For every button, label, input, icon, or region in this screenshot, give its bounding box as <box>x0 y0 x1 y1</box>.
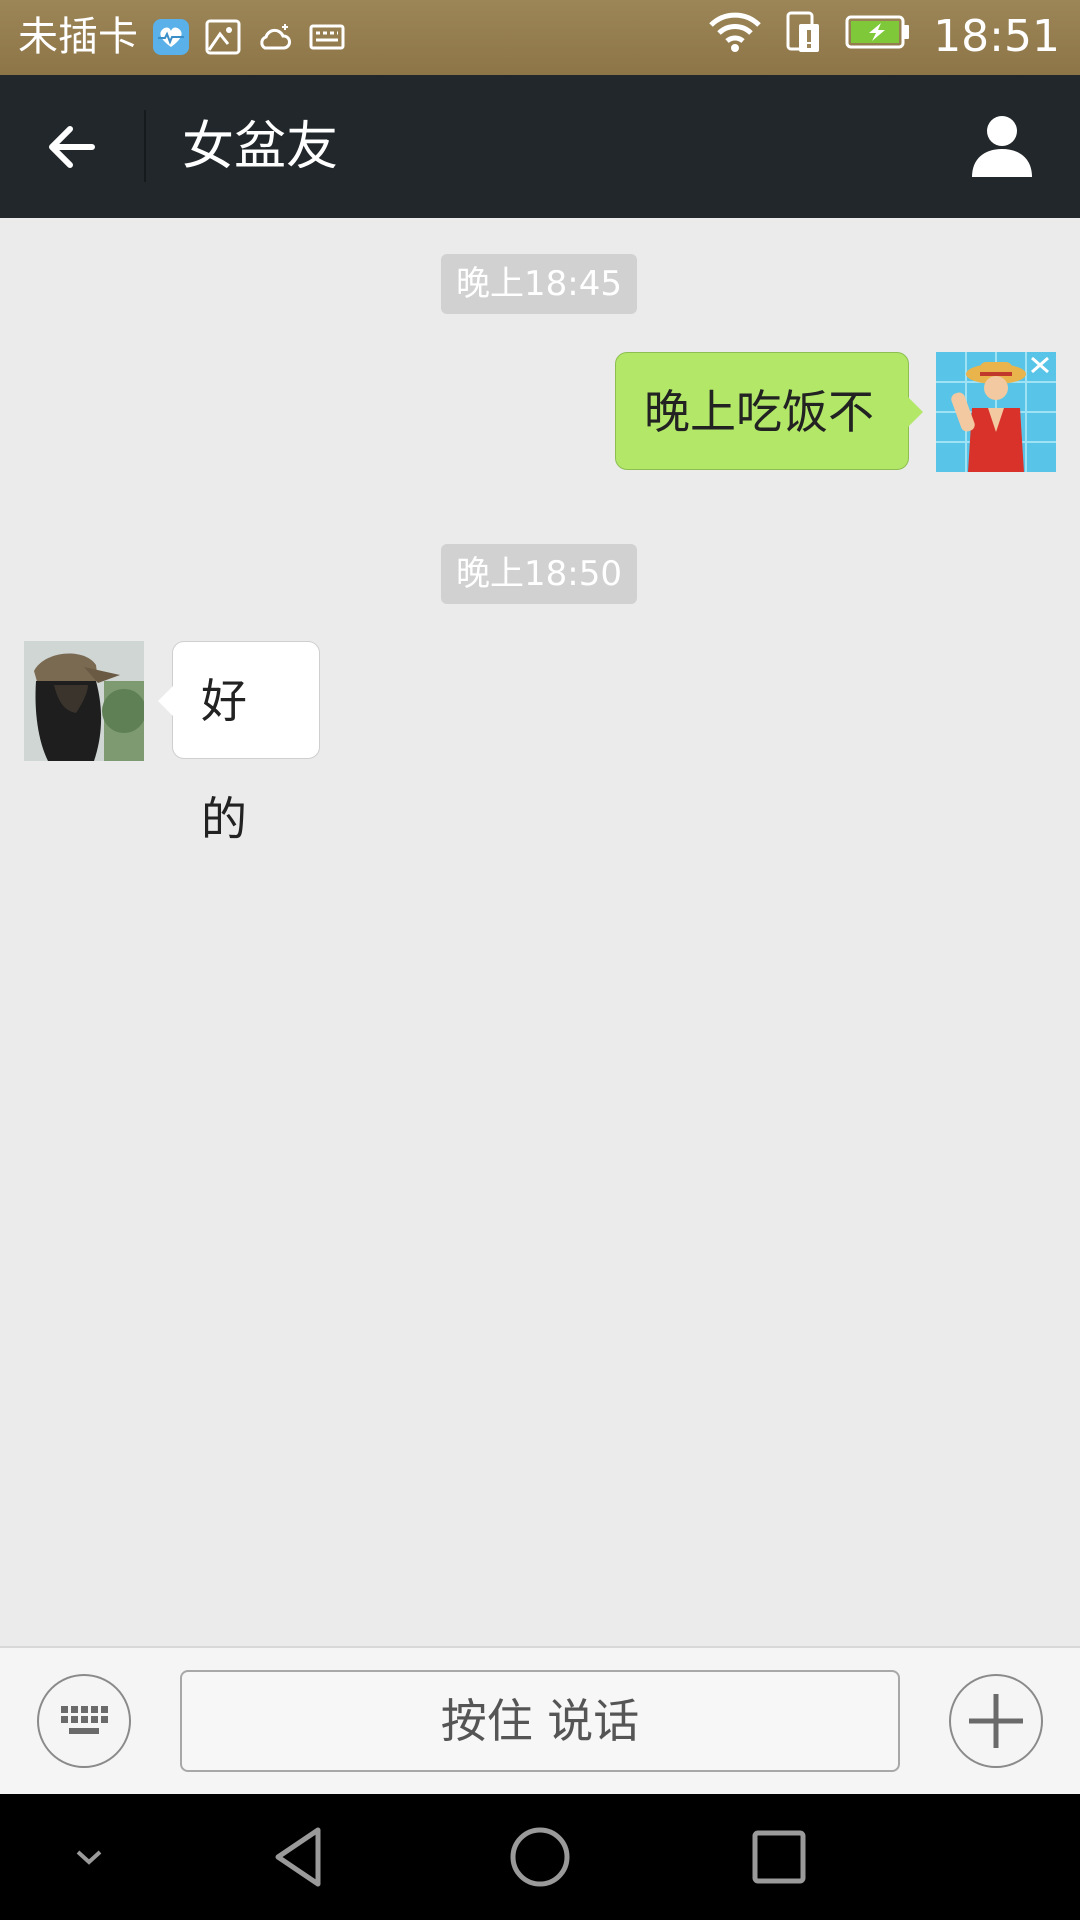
back-arrow-icon <box>49 126 95 168</box>
hide-nav-button[interactable] <box>54 1822 124 1892</box>
nav-home-button[interactable] <box>505 1822 575 1892</box>
wifi-icon <box>707 11 763 63</box>
carrier-label: 未插卡 <box>18 14 138 60</box>
timestamp-chip: 晚上18:50 <box>441 544 637 604</box>
nav-back-button[interactable] <box>266 1822 336 1892</box>
more-options-button[interactable] <box>949 1674 1043 1768</box>
bubble-tail <box>158 686 173 716</box>
sent-message-bubble[interactable]: 晚上吃饭不 <box>615 352 923 470</box>
keyboard-toggle-button[interactable] <box>37 1674 131 1768</box>
back-button[interactable] <box>40 115 104 179</box>
contact-avatar[interactable] <box>24 641 144 761</box>
received-message-bubble[interactable]: 好的 <box>158 641 320 846</box>
message-text: 好的 <box>201 674 247 846</box>
clock: 18:51 <box>933 11 1060 62</box>
contact-profile-button[interactable] <box>970 113 1034 179</box>
health-app-icon <box>152 18 190 56</box>
input-bar: 按住 说话 <box>0 1646 1080 1794</box>
sim-icon <box>785 10 823 64</box>
nav-recents-button[interactable] <box>744 1822 814 1892</box>
bubble-tail <box>908 397 923 427</box>
system-nav-bar <box>0 1794 1080 1920</box>
home-circle-icon <box>510 1827 570 1887</box>
timestamp-chip: 晚上18:45 <box>441 254 637 314</box>
chat-header: 女盆友 <box>0 75 1080 218</box>
keyboard-icon <box>61 1706 108 1734</box>
person-icon <box>972 116 1032 177</box>
plus-icon <box>969 1694 1023 1748</box>
header-divider <box>144 110 146 182</box>
recents-square-icon <box>752 1830 806 1884</box>
battery-charging-icon <box>845 13 911 61</box>
keyboard-icon <box>308 18 346 56</box>
chat-title: 女盆友 <box>182 117 339 177</box>
cloud-icon <box>256 18 294 56</box>
my-avatar[interactable] <box>936 352 1056 472</box>
chevron-down-icon <box>76 1850 102 1865</box>
hold-to-talk-button[interactable]: 按住 说话 <box>180 1670 900 1772</box>
image-icon <box>204 18 242 56</box>
message-text: 晚上吃饭不 <box>644 385 874 439</box>
status-bar: 未插卡 18:51 <box>0 0 1080 75</box>
back-triangle-icon <box>275 1827 321 1887</box>
